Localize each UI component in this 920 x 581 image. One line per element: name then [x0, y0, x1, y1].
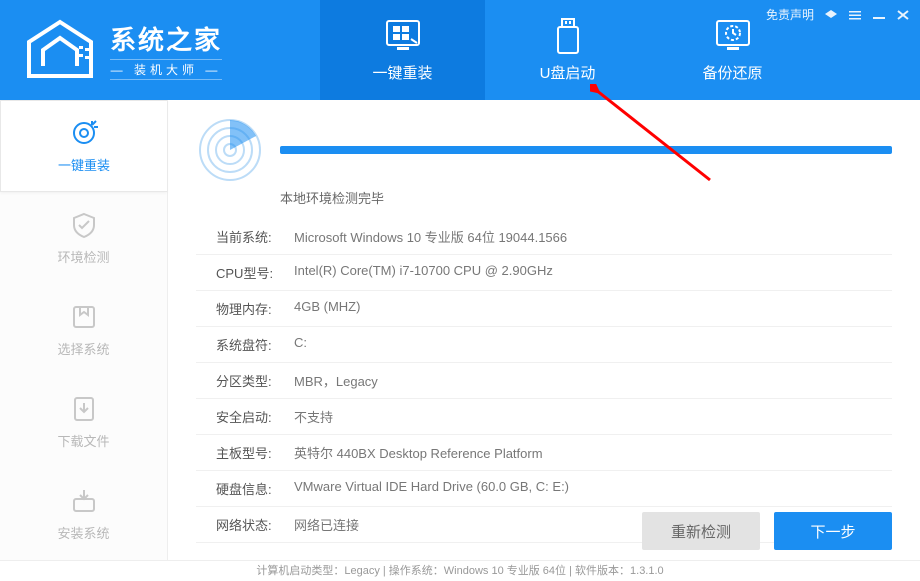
info-value: VMware Virtual IDE Hard Drive (60.0 GB, …: [294, 479, 892, 498]
download-icon: [69, 395, 99, 423]
top-tabs: 一键重装 U盘启动 备份还原: [320, 0, 815, 100]
sidebar-item-label: 选择系统: [57, 339, 109, 358]
header: 系统之家 — 装机大师 — 一键重装 U盘启动 备份还原 免责声明: [0, 0, 920, 100]
next-button[interactable]: 下一步: [774, 512, 892, 550]
info-value: 4GB (MHZ): [294, 299, 892, 318]
windows-icon: [383, 18, 423, 54]
info-row-secureboot: 安全启动:不支持: [196, 399, 892, 435]
install-icon: [69, 487, 99, 515]
info-label: 网络状态:: [216, 515, 294, 534]
logo-text: 系统之家 — 装机大师 —: [110, 20, 222, 80]
select-icon: [69, 303, 99, 331]
rescan-button[interactable]: 重新检测: [642, 512, 760, 550]
action-row: 重新检测 下一步: [642, 512, 892, 550]
sidebar-item-label: 下载文件: [57, 431, 109, 450]
graduation-icon[interactable]: [824, 9, 838, 21]
sidebar: 一键重装 环境检测 选择系统 下载文件 安装系统: [0, 100, 168, 560]
target-icon: [69, 119, 99, 147]
info-value: C:: [294, 335, 892, 354]
info-label: 硬盘信息:: [216, 479, 294, 498]
logo-title: 系统之家: [110, 20, 222, 57]
sidebar-item-label: 一键重装: [58, 155, 110, 174]
info-row-sysdrive: 系统盘符:C:: [196, 327, 892, 363]
sidebar-item-download[interactable]: 下载文件: [0, 376, 167, 468]
body: 一键重装 环境检测 选择系统 下载文件 安装系统: [0, 100, 920, 560]
sidebar-item-label: 环境检测: [57, 247, 109, 266]
sidebar-item-select[interactable]: 选择系统: [0, 284, 167, 376]
footer-status: 计算机启动类型：Legacy | 操作系统：Windows 10 专业版 64位…: [0, 560, 920, 580]
progress-bar: [280, 146, 892, 154]
sidebar-item-label: 安装系统: [57, 523, 109, 542]
restore-icon: [713, 18, 753, 54]
info-row-memory: 物理内存:4GB (MHZ): [196, 291, 892, 327]
info-value: MBR，Legacy: [294, 371, 892, 390]
info-row-cpu: CPU型号:Intel(R) Core(TM) i7-10700 CPU @ 2…: [196, 255, 892, 291]
shield-icon: [69, 211, 99, 239]
scan-radar-icon: [196, 116, 264, 184]
window-controls: 免责声明: [766, 6, 910, 23]
tab-label: 一键重装: [372, 62, 432, 83]
tab-label: 备份还原: [702, 62, 762, 83]
tab-label: U盘启动: [540, 62, 596, 83]
main-panel: 本地环境检测完毕 当前系统:Microsoft Windows 10 专业版 6…: [168, 100, 920, 560]
info-value: Intel(R) Core(TM) i7-10700 CPU @ 2.90GHz: [294, 263, 892, 282]
info-label: 主板型号:: [216, 443, 294, 462]
logo-area: 系统之家 — 装机大师 —: [0, 15, 320, 85]
info-label: 安全启动:: [216, 407, 294, 426]
sidebar-item-reinstall[interactable]: 一键重装: [0, 100, 167, 192]
menu-icon[interactable]: [848, 9, 862, 21]
info-row-disk: 硬盘信息:VMware Virtual IDE Hard Drive (60.0…: [196, 471, 892, 507]
info-label: 系统盘符:: [216, 335, 294, 354]
info-label: 当前系统:: [216, 227, 294, 246]
info-list: 当前系统:Microsoft Windows 10 专业版 64位 19044.…: [196, 219, 892, 543]
sidebar-item-install[interactable]: 安装系统: [0, 468, 167, 560]
info-row-motherboard: 主板型号:英特尔 440BX Desktop Reference Platfor…: [196, 435, 892, 471]
sidebar-item-envcheck[interactable]: 环境检测: [0, 192, 167, 284]
disclaimer-link[interactable]: 免责声明: [766, 6, 814, 23]
tab-usb-boot[interactable]: U盘启动: [485, 0, 650, 100]
info-label: 物理内存:: [216, 299, 294, 318]
close-icon[interactable]: [896, 9, 910, 21]
minimize-icon[interactable]: [872, 9, 886, 21]
info-value: 不支持: [294, 407, 892, 426]
info-label: CPU型号:: [216, 263, 294, 282]
info-row-os: 当前系统:Microsoft Windows 10 专业版 64位 19044.…: [196, 219, 892, 255]
tab-reinstall[interactable]: 一键重装: [320, 0, 485, 100]
info-label: 分区类型:: [216, 371, 294, 390]
info-value: Microsoft Windows 10 专业版 64位 19044.1566: [294, 227, 892, 246]
progress-row: [196, 116, 892, 184]
scan-status: 本地环境检测完毕: [280, 188, 892, 207]
usb-icon: [548, 18, 588, 54]
logo-subtitle: — 装机大师 —: [110, 59, 222, 80]
logo-icon: [20, 15, 100, 85]
info-value: 英特尔 440BX Desktop Reference Platform: [294, 443, 892, 462]
info-row-partition: 分区类型:MBR，Legacy: [196, 363, 892, 399]
